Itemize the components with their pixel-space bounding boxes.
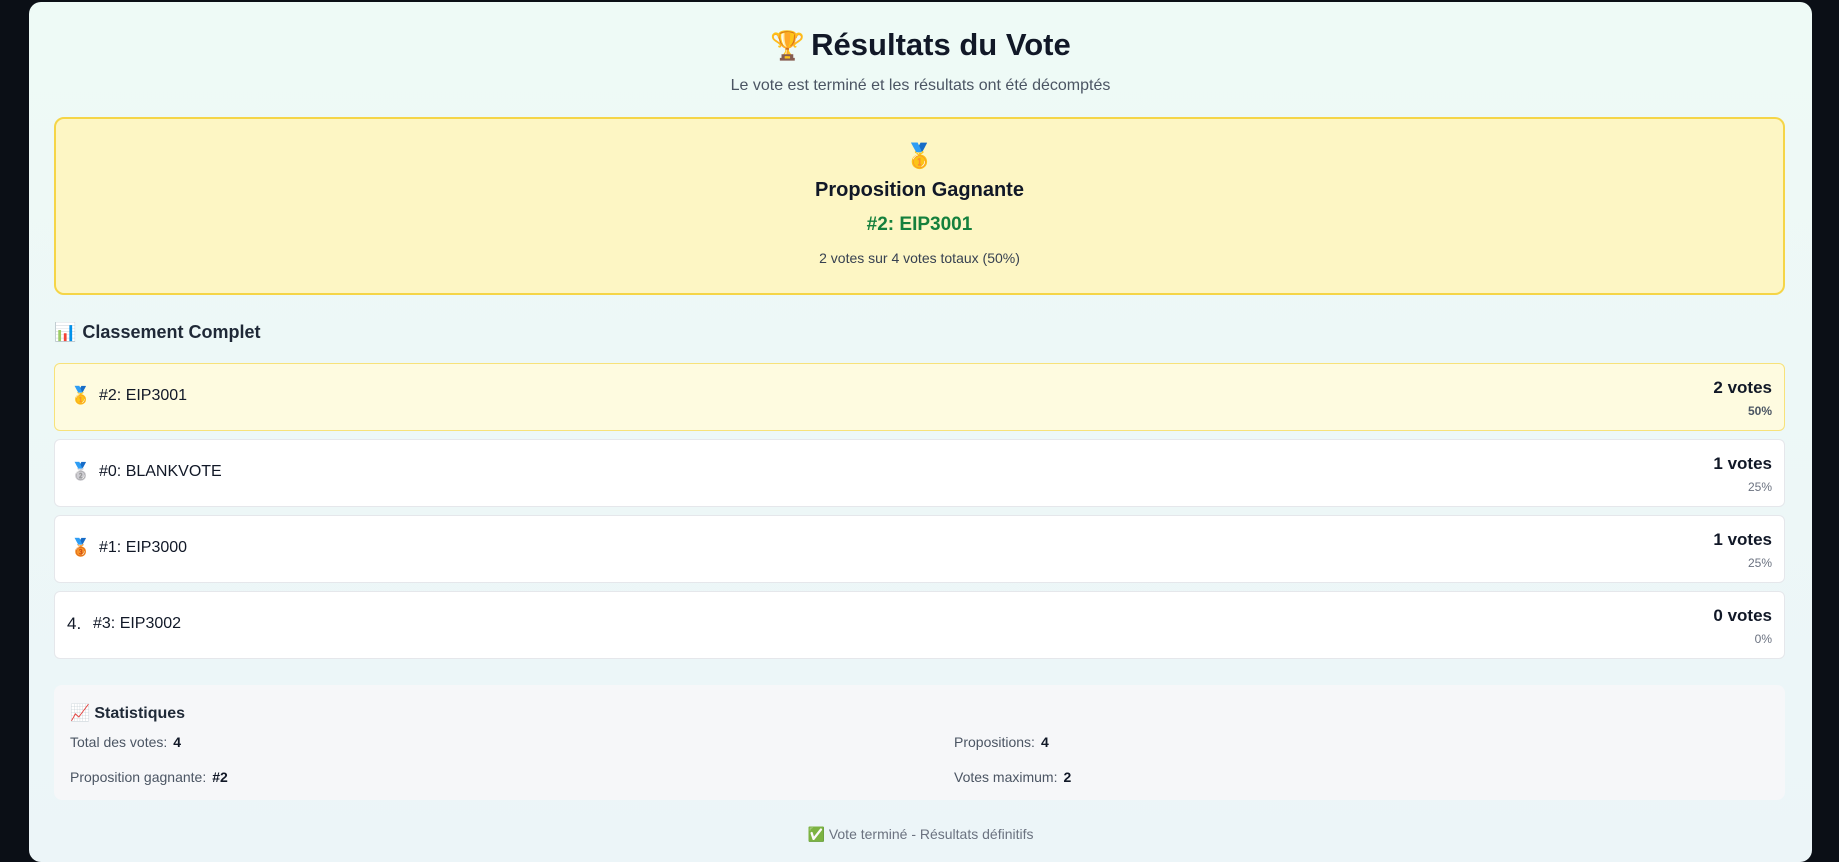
footer-status: ✅ Vote terminé - Résultats définitifs	[29, 826, 1812, 843]
stat-value: 2	[1063, 769, 1072, 785]
winner-name: #2: EIP3001	[866, 214, 973, 235]
vote-percent: 50%	[1747, 404, 1772, 418]
stat-label: Proposition gagnante:	[70, 769, 207, 785]
vote-percent: 25%	[1747, 480, 1772, 494]
stat-value: 4	[173, 734, 182, 750]
ranking-row: 🥉 #1: EIP3000 1 votes 25%	[54, 515, 1785, 583]
vote-count: 0 votes	[1713, 606, 1772, 625]
statistics-panel: 📈 Statistiques Total des votes: 4 Proposi…	[54, 685, 1785, 800]
header: 🏆 Résultats du Vote Le vote est terminé e…	[29, 2, 1812, 95]
statistics-title-text: Statistiques	[94, 705, 186, 722]
winner-title: Proposition Gagnante	[815, 179, 1024, 201]
winner-card: 🥇 Proposition Gagnante #2: EIP3001 2 vot…	[54, 117, 1785, 295]
silver-medal-icon: 🥈	[70, 462, 92, 481]
stat-total-votes: Total des votes: 4	[70, 734, 181, 750]
bar-chart-icon: 📊	[54, 322, 77, 342]
results-page: 🏆 Résultats du Vote Le vote est terminé e…	[29, 2, 1812, 862]
ranking-list: 🥇 #2: EIP3001 2 votes 50% 🥈 #0: BLANKVOT…	[54, 363, 1785, 667]
stat-winning-proposal: Proposition gagnante: #2	[70, 769, 228, 785]
stat-label: Propositions:	[954, 734, 1035, 750]
vote-percent: 0%	[1754, 632, 1772, 646]
stat-max-votes: Votes maximum: 2	[954, 769, 1071, 785]
gold-medal-icon: 🥇	[70, 386, 92, 405]
gold-medal-icon: 🥇	[904, 143, 935, 170]
page-subtitle: Le vote est terminé et les résultats ont…	[730, 77, 1111, 94]
page-title: 🏆 Résultats du Vote	[29, 26, 1812, 65]
bronze-medal-icon: 🥉	[70, 538, 92, 557]
proposal-name: #1: EIP3000	[99, 539, 188, 556]
ranking-row: 🥇 #2: EIP3001 2 votes 50%	[54, 363, 1785, 431]
proposal-name: #2: EIP3001	[99, 387, 188, 404]
stat-proposals: Propositions: 4	[954, 734, 1049, 750]
stat-value: #2	[212, 769, 228, 785]
rank-number: 4.	[67, 614, 82, 633]
stat-value: 4	[1040, 734, 1049, 750]
footer-text: Vote terminé - Résultats définitifs	[828, 826, 1034, 842]
proposal-name: #0: BLANKVOTE	[99, 463, 222, 480]
ranking-title: 📊 Classement Complet	[54, 322, 260, 343]
vote-count: 1 votes	[1713, 454, 1772, 473]
trophy-icon: 🏆	[770, 30, 806, 61]
winner-stats: 2 votes sur 4 votes totaux (50%)	[819, 250, 1020, 266]
ranking-title-text: Classement Complet	[82, 322, 261, 342]
vote-percent: 25%	[1747, 556, 1772, 570]
proposal-name: #3: EIP3002	[93, 615, 182, 632]
check-icon: ✅	[807, 826, 825, 842]
ranking-row: 4. #3: EIP3002 0 votes 0%	[54, 591, 1785, 659]
vote-count: 2 votes	[1713, 378, 1772, 397]
page-title-text: Résultats du Vote	[811, 27, 1071, 62]
trend-chart-icon: 📈	[70, 705, 90, 722]
stat-label: Total des votes:	[70, 734, 168, 750]
statistics-title: 📈 Statistiques	[70, 703, 185, 723]
stat-label: Votes maximum:	[954, 769, 1058, 785]
ranking-row: 🥈 #0: BLANKVOTE 1 votes 25%	[54, 439, 1785, 507]
vote-count: 1 votes	[1713, 530, 1772, 549]
